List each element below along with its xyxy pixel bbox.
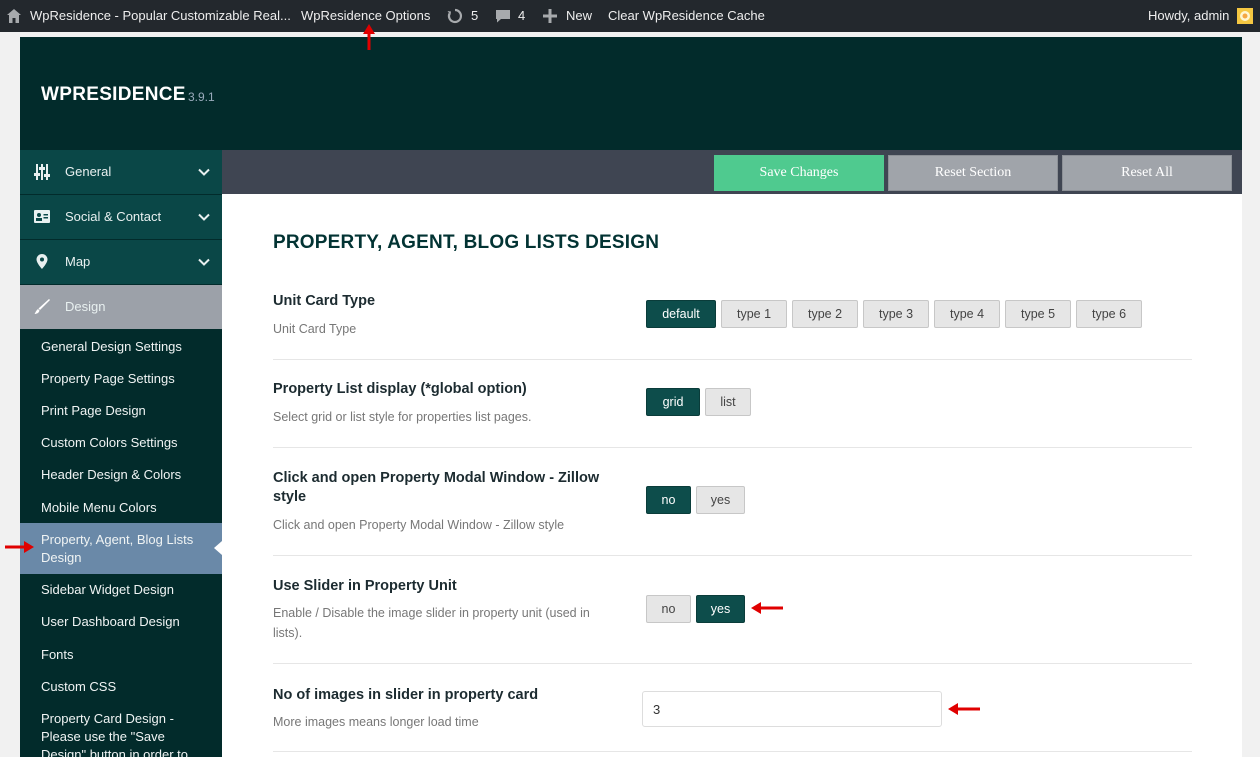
- chevron-down-icon: [198, 258, 210, 266]
- sidebar-subitem-label: Property, Agent, Blog Lists Design: [41, 532, 194, 565]
- images-count-title: No of images in slider in property card: [273, 687, 539, 703]
- sidebar-subitem-property-page[interactable]: Property Page Settings: [20, 370, 222, 388]
- modal-window-title: Click and open Property Modal Window - Z…: [273, 470, 600, 505]
- sidebar-subitem-mobile-menu[interactable]: Mobile Menu Colors: [20, 499, 222, 517]
- unit-card-type2-button[interactable]: type 2: [792, 300, 858, 328]
- modal-window-no-button[interactable]: no: [646, 486, 691, 514]
- divider: [273, 447, 1192, 448]
- sidebar-item-general[interactable]: General: [20, 150, 222, 194]
- sidebar-subitem-sidebar-widget[interactable]: Sidebar Widget Design: [20, 581, 222, 599]
- sidebar-item-design[interactable]: Design: [20, 285, 222, 329]
- modal-window-desc: Click and open Property Modal Window - Z…: [273, 518, 565, 532]
- options-toolbar: Save Changes Reset Section Reset All: [222, 150, 1242, 194]
- site-name-link[interactable]: WpResidence - Popular Customizable Real.…: [30, 0, 291, 32]
- sidebar-item-label: General: [65, 164, 112, 179]
- divider: [273, 555, 1192, 556]
- sliders-icon: [34, 164, 50, 180]
- annotation-arrow-left-icon: [751, 602, 783, 614]
- unit-card-type5-button[interactable]: type 5: [1005, 300, 1071, 328]
- options-panel-header: WPRESIDENCE 3.9.1: [20, 37, 1242, 150]
- save-changes-button[interactable]: Save Changes: [714, 155, 884, 191]
- slider-yes-button[interactable]: yes: [696, 595, 745, 623]
- chevron-down-icon: [198, 168, 210, 176]
- divider: [273, 751, 1192, 752]
- unit-card-type6-button[interactable]: type 6: [1076, 300, 1142, 328]
- list-display-desc: Select grid or list style for properties…: [273, 410, 532, 424]
- brush-icon: [34, 299, 50, 314]
- sidebar-subitem-header-design[interactable]: Header Design & Colors: [20, 466, 222, 484]
- sidebar-subitem-user-dashboard[interactable]: User Dashboard Design: [20, 613, 222, 631]
- slider-title: Use Slider in Property Unit: [273, 578, 457, 594]
- modal-window-yes-button[interactable]: yes: [696, 486, 745, 514]
- new-link[interactable]: New: [566, 0, 592, 32]
- version-label: 3.9.1: [188, 90, 215, 104]
- divider: [273, 359, 1192, 360]
- contact-card-icon: [34, 210, 50, 223]
- active-indicator: [214, 541, 222, 555]
- divider: [273, 663, 1192, 664]
- comments-count[interactable]: 4: [518, 0, 525, 32]
- images-count-input[interactable]: [642, 691, 942, 727]
- list-display-title: Property List display (*global option): [273, 381, 527, 397]
- sidebar-subitem-property-card-design[interactable]: Property Card Design - Please use the "S…: [20, 710, 222, 757]
- reset-section-button[interactable]: Reset Section: [888, 155, 1058, 191]
- map-pin-icon: [36, 254, 48, 269]
- sidebar-item-label: Map: [65, 254, 91, 269]
- unit-card-type1-button[interactable]: type 1: [721, 300, 787, 328]
- avatar[interactable]: [1237, 0, 1253, 32]
- sidebar-item-label: Design: [65, 299, 106, 314]
- wp-admin-bar: WpResidence - Popular Customizable Real.…: [0, 0, 1260, 32]
- howdy-admin[interactable]: Howdy, admin: [1148, 0, 1229, 32]
- unit-card-title: Unit Card Type: [273, 293, 376, 309]
- options-content: PROPERTY, AGENT, BLOG LISTS DESIGN Unit …: [222, 194, 1242, 757]
- brand-title: WPRESIDENCE: [41, 84, 186, 105]
- reset-all-button[interactable]: Reset All: [1062, 155, 1232, 191]
- clear-cache-link[interactable]: Clear WpResidence Cache: [608, 0, 765, 32]
- annotation-arrow-right-icon: [5, 541, 34, 553]
- annotation-arrow-up-icon: [363, 24, 375, 50]
- slider-desc: Enable / Disable the image slider in pro…: [273, 606, 590, 640]
- unit-card-desc: Unit Card Type: [273, 322, 357, 336]
- sidebar-item-map[interactable]: Map: [20, 240, 222, 284]
- chevron-down-icon: [198, 213, 210, 221]
- sidebar-subitem-lists-design[interactable]: Property, Agent, Blog Lists Design: [20, 523, 222, 574]
- annotation-arrow-left-icon: [948, 703, 980, 715]
- options-sidebar: General Social & Contact Map Design Gene…: [20, 150, 222, 757]
- sidebar-subitem-print-page[interactable]: Print Page Design: [20, 402, 222, 420]
- plus-icon[interactable]: [543, 0, 557, 32]
- sidebar-item-social-contact[interactable]: Social & Contact: [20, 195, 222, 239]
- unit-card-default-button[interactable]: default: [646, 300, 716, 328]
- list-display-grid-button[interactable]: grid: [646, 388, 700, 416]
- unit-card-type4-button[interactable]: type 4: [934, 300, 1000, 328]
- sidebar-item-label: Social & Contact: [65, 209, 162, 224]
- slider-no-button[interactable]: no: [646, 595, 691, 623]
- unit-card-type3-button[interactable]: type 3: [863, 300, 929, 328]
- images-count-desc: More images means longer load time: [273, 715, 479, 729]
- section-title: PROPERTY, AGENT, BLOG LISTS DESIGN: [273, 232, 660, 253]
- sidebar-subitem-custom-css[interactable]: Custom CSS: [20, 678, 222, 696]
- sidebar-subitem-fonts[interactable]: Fonts: [20, 646, 222, 664]
- comments-icon[interactable]: [495, 0, 511, 32]
- list-display-list-button[interactable]: list: [705, 388, 751, 416]
- updates-count[interactable]: 5: [471, 0, 478, 32]
- sidebar-subitem-general-design[interactable]: General Design Settings: [20, 338, 222, 356]
- sidebar-subitem-custom-colors[interactable]: Custom Colors Settings: [20, 434, 222, 452]
- home-icon[interactable]: [6, 0, 22, 32]
- updates-icon[interactable]: [446, 0, 464, 32]
